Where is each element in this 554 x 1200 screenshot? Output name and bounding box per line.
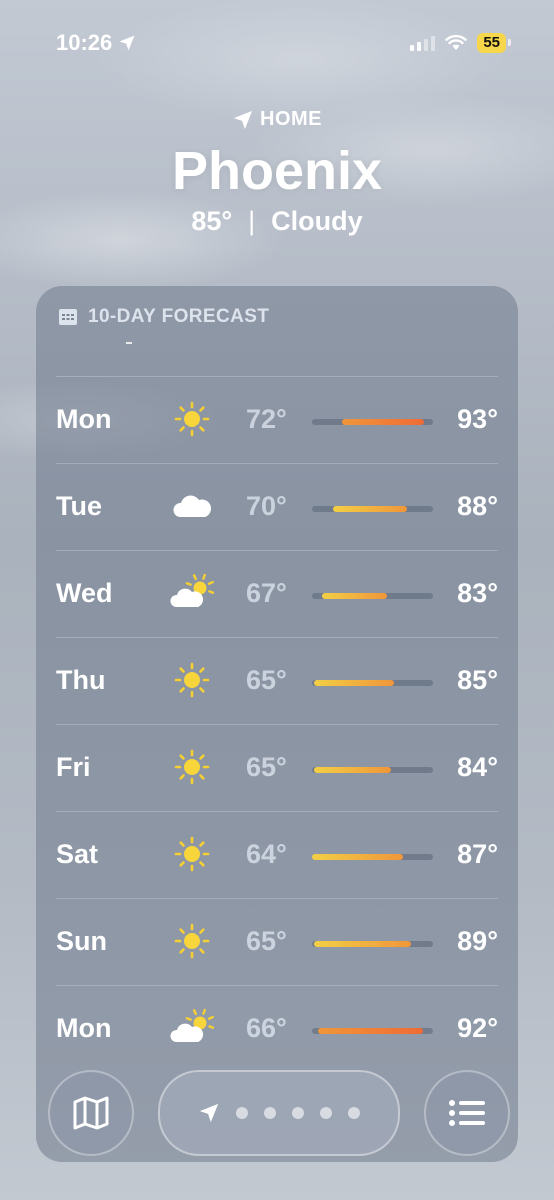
- temperature-range-track: [312, 854, 433, 860]
- status-indicators: 55: [410, 33, 511, 53]
- temperature-range-track: [312, 419, 433, 425]
- low-temperature: 72°: [246, 404, 287, 434]
- page-dot[interactable]: [264, 1107, 276, 1119]
- forecast-row[interactable]: Wed 67° 83°: [36, 550, 518, 637]
- current-conditions: 85° | Cloudy: [0, 206, 554, 237]
- location-arrow-icon: [233, 110, 253, 129]
- high-temperature: 83°: [457, 578, 498, 608]
- forecast-day: Sun: [56, 926, 107, 956]
- forecast-header: 10-DAY FORECAST: [58, 306, 269, 328]
- temperature-range-fill: [342, 419, 424, 425]
- map-icon: [73, 1096, 109, 1130]
- forecast-row[interactable]: Fri 65° 84°: [36, 724, 518, 811]
- summary-placeholder: [126, 342, 132, 344]
- sun-icon: [170, 922, 214, 960]
- partly-cloudy-icon: [170, 1008, 215, 1047]
- low-temperature: 64°: [246, 839, 287, 869]
- forecast-day: Sat: [56, 839, 99, 869]
- temperature-range-track: [312, 680, 433, 686]
- forecast-day: Mon: [56, 404, 112, 434]
- temperature-range-fill: [318, 1028, 423, 1034]
- location-pager[interactable]: [158, 1070, 400, 1156]
- city-name: Phoenix: [171, 141, 383, 201]
- high-temperature: 93°: [457, 404, 498, 434]
- high-temperature: 87°: [457, 839, 498, 869]
- temperature-range-track: [312, 767, 433, 773]
- conditions-separator: |: [248, 206, 256, 236]
- temperature-range-track: [312, 941, 433, 947]
- low-temperature: 66°: [246, 1013, 287, 1043]
- page-dot[interactable]: [320, 1107, 332, 1119]
- low-temperature: 67°: [246, 578, 287, 608]
- forecast-row[interactable]: Tue 70° 88°: [36, 463, 518, 550]
- location-list-button[interactable]: [424, 1070, 510, 1156]
- forecast-row[interactable]: Mon 66° 92°: [36, 985, 518, 1072]
- high-temperature: 85°: [457, 665, 498, 695]
- sun-icon: [170, 400, 214, 438]
- page-dot[interactable]: [292, 1107, 304, 1119]
- temperature-range-track: [312, 506, 433, 512]
- location-label: HOME: [0, 108, 554, 131]
- wifi-icon: [445, 35, 468, 50]
- forecast-day: Wed: [56, 578, 113, 608]
- forecast-row[interactable]: Mon 72° 93°: [36, 376, 518, 463]
- cellular-signal-icon: [410, 35, 436, 51]
- temperature-range-fill: [333, 506, 407, 512]
- current-location-icon[interactable]: [198, 1102, 220, 1124]
- ten-day-forecast-card[interactable]: 10-DAY FORECAST Mon 72° 93° Tue 70° 88° Wed 67°…: [36, 286, 518, 1162]
- high-temperature: 92°: [457, 1013, 498, 1043]
- temperature-range-fill: [314, 767, 391, 773]
- page-dot[interactable]: [348, 1107, 360, 1119]
- status-time: 10:26: [56, 30, 136, 56]
- map-button[interactable]: [48, 1070, 134, 1156]
- temperature-range-fill: [314, 680, 394, 686]
- low-temperature: 65°: [246, 926, 287, 956]
- forecast-day: Fri: [56, 752, 91, 782]
- status-time-text: 10:26: [56, 30, 113, 55]
- current-temperature: 85°: [191, 206, 233, 236]
- forecast-row[interactable]: Sun 65° 89°: [36, 898, 518, 985]
- sun-icon: [170, 835, 214, 873]
- low-temperature: 65°: [246, 752, 287, 782]
- temperature-range-fill: [314, 941, 411, 947]
- temperature-range-fill: [322, 593, 387, 599]
- calendar-icon: [59, 309, 77, 325]
- partly-cloudy-icon: [170, 573, 215, 612]
- forecast-row[interactable]: Sat 64° 87°: [36, 811, 518, 898]
- forecast-day: Tue: [56, 491, 102, 521]
- location-label-text: HOME: [260, 108, 322, 130]
- location-arrow-icon: [119, 35, 135, 51]
- high-temperature: 84°: [457, 752, 498, 782]
- current-condition: Cloudy: [271, 206, 363, 236]
- sun-icon: [170, 748, 214, 786]
- cloud-icon: [170, 487, 214, 525]
- battery-indicator: 55: [477, 33, 511, 53]
- forecast-day: Thu: [56, 665, 106, 695]
- temperature-range-track: [312, 593, 433, 599]
- sun-icon: [170, 661, 214, 699]
- high-temperature: 89°: [457, 926, 498, 956]
- page-dot[interactable]: [236, 1107, 248, 1119]
- forecast-day: Mon: [56, 1013, 112, 1043]
- forecast-row[interactable]: Thu 65° 85°: [36, 637, 518, 724]
- list-icon: [449, 1100, 485, 1126]
- high-temperature: 88°: [457, 491, 498, 521]
- forecast-title: 10-DAY FORECAST: [88, 306, 270, 327]
- low-temperature: 65°: [246, 665, 287, 695]
- temperature-range-track: [312, 1028, 433, 1034]
- temperature-range-fill: [312, 854, 403, 860]
- low-temperature: 70°: [246, 491, 287, 521]
